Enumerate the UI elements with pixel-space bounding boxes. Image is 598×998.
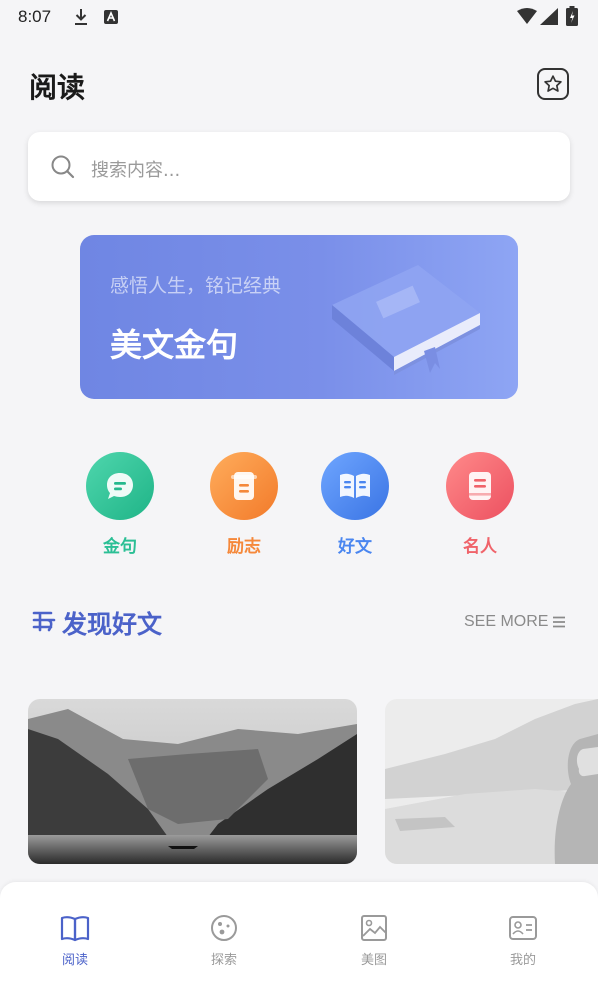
id-card-icon bbox=[509, 916, 537, 940]
woman-landscape-image bbox=[385, 699, 598, 864]
category-lizhi[interactable]: 励志 bbox=[209, 452, 279, 557]
category-jinju[interactable]: 金句 bbox=[85, 452, 155, 557]
category-haowen-circle bbox=[321, 452, 389, 520]
nav-item-read[interactable]: 阅读 bbox=[35, 914, 115, 968]
wifi-icon bbox=[517, 8, 537, 24]
category-lizhi-circle bbox=[210, 452, 278, 520]
open-book-icon bbox=[340, 473, 370, 498]
status-time: 8:07 bbox=[18, 7, 52, 26]
search-icon bbox=[51, 155, 75, 179]
menu-icon[interactable] bbox=[552, 615, 566, 629]
planet-icon bbox=[211, 915, 237, 941]
star-icon bbox=[544, 75, 562, 92]
article-card[interactable] bbox=[385, 699, 598, 864]
favorites-button[interactable] bbox=[537, 68, 569, 100]
nav-item-gallery[interactable]: 美图 bbox=[334, 914, 414, 968]
category-mingren[interactable]: 名人 bbox=[445, 452, 515, 557]
category-mingren-circle bbox=[446, 452, 514, 520]
article-card[interactable] bbox=[28, 699, 357, 864]
category-label: 励志 bbox=[227, 537, 261, 557]
nav-label: 探索 bbox=[210, 953, 237, 968]
book-illustration-icon bbox=[332, 265, 480, 375]
nav-item-profile[interactable]: 我的 bbox=[483, 914, 563, 968]
category-jinju-circle bbox=[86, 452, 154, 520]
book-icon bbox=[60, 916, 90, 942]
section-book-icon bbox=[32, 611, 56, 632]
nav-label: 我的 bbox=[509, 953, 536, 968]
image-icon bbox=[361, 915, 387, 941]
banner-title: 美文金句 bbox=[110, 326, 239, 364]
chat-bubble-icon bbox=[107, 473, 133, 499]
status-bar: 8:07 bbox=[0, 0, 598, 34]
nav-label: 阅读 bbox=[61, 953, 88, 968]
app-notification-icon bbox=[104, 10, 118, 24]
bottom-navigation: 阅读 探索 美图 我的 bbox=[0, 882, 598, 998]
nav-item-explore[interactable]: 探索 bbox=[184, 914, 264, 968]
category-label: 金句 bbox=[103, 537, 137, 557]
page-title: 阅读 bbox=[29, 71, 86, 104]
search-input[interactable]: 搜索内容... bbox=[91, 156, 180, 182]
featured-banner[interactable]: 感悟人生，铭记经典 美文金句 bbox=[80, 235, 518, 399]
book-icon bbox=[469, 472, 491, 500]
see-more-link[interactable]: SEE MORE bbox=[464, 613, 548, 631]
banner-subtitle: 感悟人生，铭记经典 bbox=[110, 275, 282, 297]
battery-icon bbox=[566, 6, 578, 26]
note-icon bbox=[231, 472, 257, 500]
category-label: 名人 bbox=[463, 537, 497, 557]
nav-label: 美图 bbox=[360, 953, 387, 968]
download-icon bbox=[75, 9, 87, 25]
section-title: 发现好文 bbox=[62, 610, 163, 639]
lake-mountains-image bbox=[28, 699, 357, 864]
category-label: 好文 bbox=[338, 537, 372, 557]
category-haowen[interactable]: 好文 bbox=[320, 452, 390, 557]
signal-icon bbox=[540, 8, 558, 25]
search-bar[interactable]: 搜索内容... bbox=[28, 132, 570, 201]
